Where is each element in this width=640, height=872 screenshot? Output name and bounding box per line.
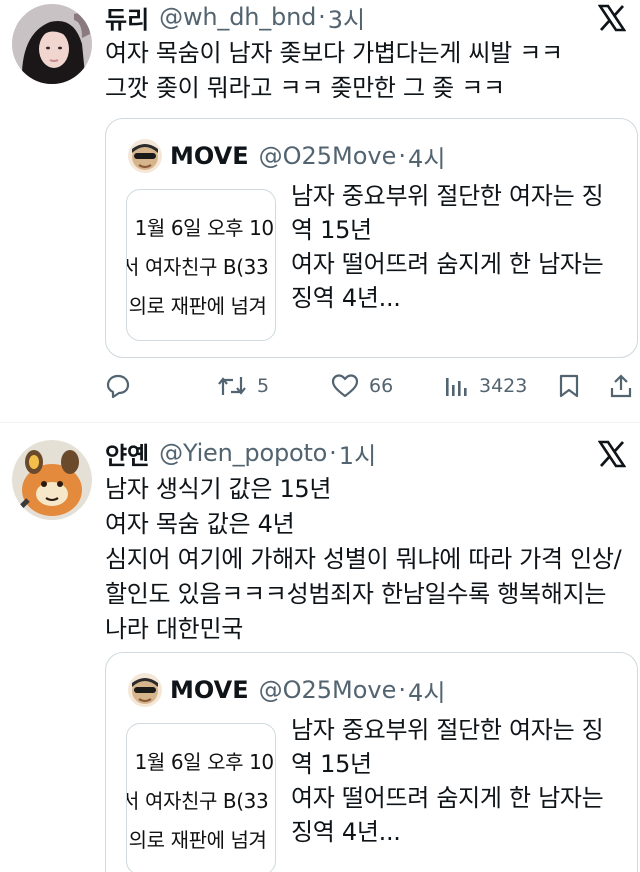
tweet-text-line: 나라 대한민국 bbox=[105, 615, 244, 643]
separator-dot: · bbox=[318, 3, 326, 31]
bookmark-icon bbox=[559, 374, 579, 398]
tweet-actions: 5 66 3423 bbox=[105, 366, 635, 406]
thumbnail-text: ! 1월 6일 오후 10: bbox=[126, 216, 276, 240]
quoted-text-line: 여자 떨어뜨려 숨지게 한 남자는 bbox=[291, 784, 604, 812]
reply-button[interactable] bbox=[105, 366, 131, 406]
thumbnail-text: !의로 재판에 넘겨 bbox=[126, 294, 267, 318]
x-logo-icon bbox=[597, 4, 627, 32]
timestamp[interactable]: 3시 bbox=[328, 0, 365, 35]
thumbnail-text: 서 여자친구 B(33 bbox=[126, 789, 269, 813]
quoted-text-line: 여자 떨어뜨려 숨지게 한 남자는 bbox=[291, 250, 604, 278]
display-name[interactable]: 얀옌 bbox=[105, 436, 149, 471]
retweet-icon bbox=[218, 377, 246, 395]
avatar[interactable] bbox=[12, 440, 92, 520]
tweet[interactable]: 얀옌 @Yien_popoto · 1시 남자 생식기 값은 15년 여자 목숨… bbox=[0, 434, 640, 872]
divider bbox=[0, 422, 640, 423]
quoted-tweet[interactable]: MOVE @O25Move · 4시 ! 1월 6일 오후 10: 서 여자친구… bbox=[105, 652, 638, 872]
quoted-text-line: 남자 중요부위 절단한 여자는 징 bbox=[291, 182, 604, 210]
tweet-text-line: 그깟 좆이 뭐라고 ㅋㅋ 좆만한 그 좆 ㅋㅋ bbox=[105, 74, 505, 102]
quoted-text-line: 징역 4년... bbox=[291, 818, 401, 846]
thumbnail-text: 서 여자친구 B(33 bbox=[126, 255, 269, 279]
separator-dot: · bbox=[398, 142, 407, 170]
avatar[interactable] bbox=[12, 4, 92, 84]
quoted-tweet-header: MOVE @O25Move · 4시 bbox=[128, 673, 445, 707]
quoted-display-name[interactable]: MOVE bbox=[170, 142, 249, 170]
share-icon bbox=[610, 374, 632, 398]
quoted-timestamp[interactable]: 4시 bbox=[408, 673, 445, 708]
quoted-text-line: 남자 중요부위 절단한 여자는 징 bbox=[291, 716, 604, 744]
views-button[interactable]: 3423 bbox=[443, 366, 527, 406]
quoted-text-line: 징역 4년... bbox=[291, 284, 401, 312]
tweet-text-line: 남자 생식기 값은 15년 bbox=[105, 475, 332, 503]
tweet-text-line: 여자 목숨 값은 4년 bbox=[105, 510, 295, 538]
heart-icon bbox=[331, 374, 359, 398]
quoted-display-name[interactable]: MOVE bbox=[170, 676, 249, 704]
share-button[interactable] bbox=[609, 366, 633, 406]
quoted-thumbnail[interactable]: ! 1월 6일 오후 10: 서 여자친구 B(33 !의로 재판에 넘겨 bbox=[126, 189, 276, 341]
user-handle[interactable]: @wh_dh_bnd bbox=[159, 3, 316, 31]
quoted-text-line: 역 15년 bbox=[291, 216, 372, 244]
like-count: 66 bbox=[369, 375, 394, 397]
thumbnail-text: ! 1월 6일 오후 10: bbox=[126, 750, 276, 774]
quoted-text-line: 역 15년 bbox=[291, 750, 372, 778]
display-name[interactable]: 듀리 bbox=[105, 0, 149, 35]
retweet-count: 5 bbox=[257, 375, 270, 397]
quoted-avatar bbox=[128, 673, 162, 707]
quoted-timestamp[interactable]: 4시 bbox=[408, 139, 445, 174]
tweet-header: 듀리 @wh_dh_bnd · 3시 bbox=[105, 0, 365, 34]
x-logo-icon bbox=[597, 440, 627, 468]
separator-dot: · bbox=[329, 439, 337, 467]
views-icon bbox=[446, 378, 467, 396]
views-count: 3423 bbox=[479, 375, 528, 397]
user-handle[interactable]: @Yien_popoto bbox=[159, 439, 327, 467]
tweet-text: 여자 목숨이 남자 좆보다 가볍다는게 씨발 ㅋㅋ 그깟 좆이 뭐라고 ㅋㅋ 좆… bbox=[105, 36, 563, 106]
quoted-tweet-text: 남자 중요부위 절단한 여자는 징 역 15년 여자 떨어뜨려 숨지게 한 남자… bbox=[291, 713, 604, 849]
quoted-tweet[interactable]: MOVE @O25Move · 4시 ! 1월 6일 오후 10: 서 여자친구… bbox=[105, 118, 638, 358]
quoted-tweet-header: MOVE @O25Move · 4시 bbox=[128, 139, 445, 173]
quoted-user-handle[interactable]: @O25Move bbox=[259, 142, 397, 170]
tweet[interactable]: 듀리 @wh_dh_bnd · 3시 여자 목숨이 남자 좆보다 가볍다는게 씨… bbox=[0, 0, 640, 420]
quoted-user-handle[interactable]: @O25Move bbox=[259, 676, 397, 704]
thumbnail-text: !의로 재판에 넘겨 bbox=[126, 828, 267, 852]
quoted-tweet-text: 남자 중요부위 절단한 여자는 징 역 15년 여자 떨어뜨려 숨지게 한 남자… bbox=[291, 179, 604, 315]
retweet-button[interactable]: 5 bbox=[217, 366, 269, 406]
reply-icon bbox=[106, 374, 130, 399]
tweet-text-line: 여자 목숨이 남자 좆보다 가볍다는게 씨발 ㅋㅋ bbox=[105, 39, 563, 67]
quoted-avatar bbox=[128, 139, 162, 173]
tweet-text-line: 심지어 여기에 가해자 성별이 뭐냐에 따라 가격 인상/ bbox=[105, 545, 622, 573]
tweet-text-line: 할인도 있음ㅋㅋㅋ성범죄자 한남일수록 행복해지는 bbox=[105, 580, 607, 608]
tweet-text: 남자 생식기 값은 15년 여자 목숨 값은 4년 심지어 여기에 가해자 성별… bbox=[105, 472, 622, 647]
separator-dot: · bbox=[398, 676, 407, 704]
tweet-header: 얀옌 @Yien_popoto · 1시 bbox=[105, 436, 376, 470]
bookmark-button[interactable] bbox=[557, 366, 581, 406]
timestamp[interactable]: 1시 bbox=[339, 436, 376, 471]
like-button[interactable]: 66 bbox=[331, 366, 393, 406]
quoted-thumbnail[interactable]: ! 1월 6일 오후 10: 서 여자친구 B(33 !의로 재판에 넘겨 bbox=[126, 723, 276, 872]
